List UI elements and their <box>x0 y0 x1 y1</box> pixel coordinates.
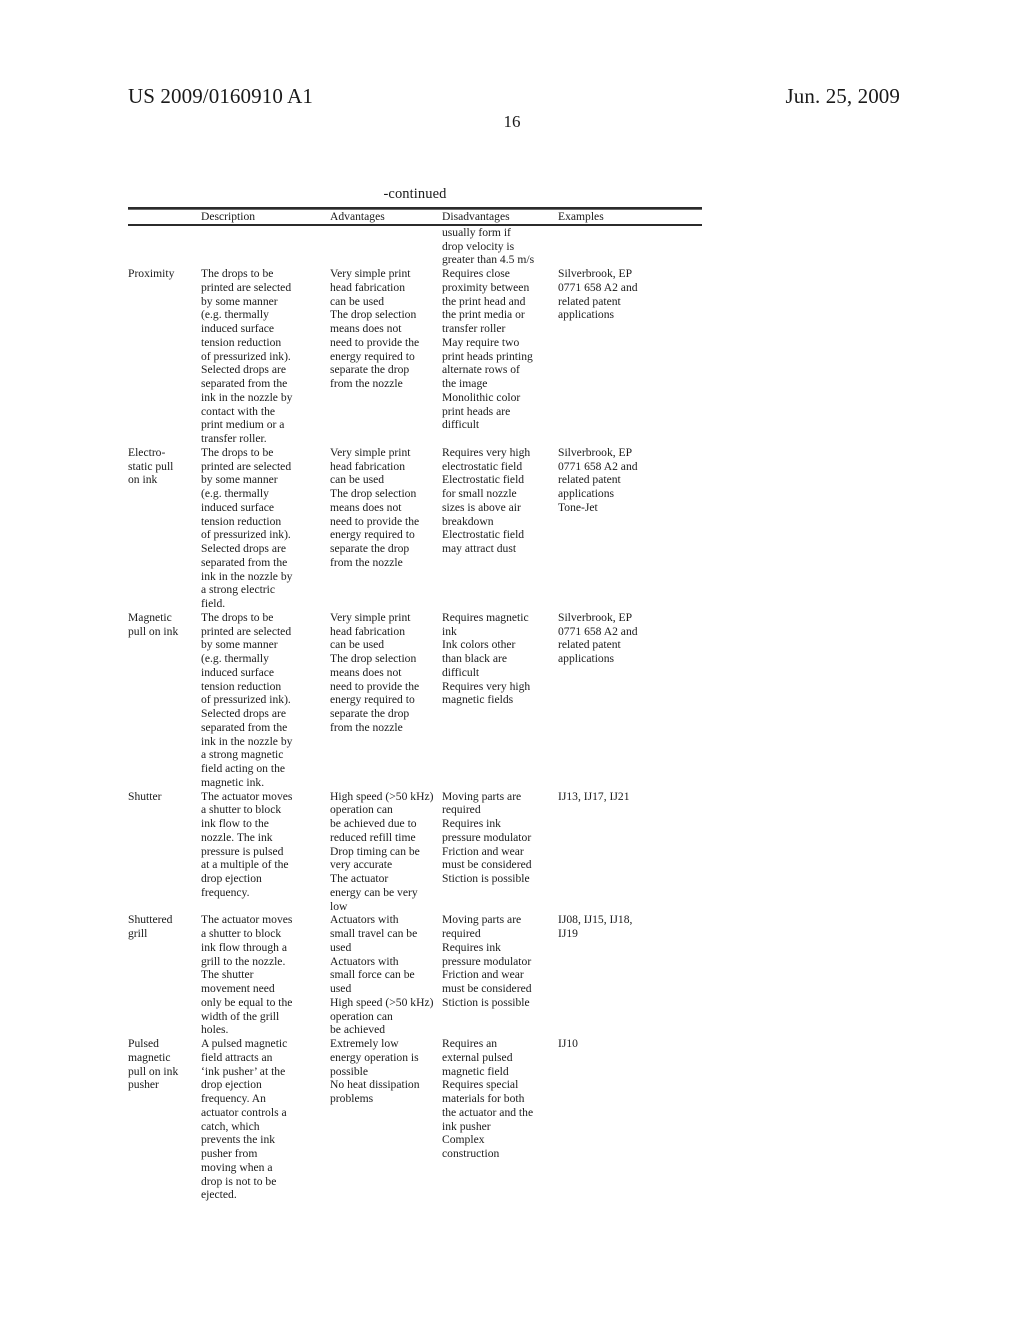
table-row: Proximity The drops to be printed are sele… <box>128 267 702 446</box>
cell-description: The drops to be printed are selected by so… <box>201 445 293 610</box>
column-header-examples: Examples <box>558 210 604 223</box>
column-header-advantages: Advantages <box>330 210 385 223</box>
drop-selection-methods-table-body: usually form if drop velocity is greater t… <box>128 226 702 1202</box>
cell-examples: Silverbrook, EP 0771 658 A2 and related pa… <box>558 445 638 514</box>
column-header-label <box>128 210 201 224</box>
cell-description: A pulsed magnetic field attracts an ‘ink p… <box>201 1037 288 1202</box>
table-header: Description Advantages Disadvantages Exa… <box>128 210 702 224</box>
cell-examples: IJ13, IJ17, IJ21 <box>558 789 630 803</box>
cell-examples: Silverbrook, EP 0771 658 A2 and related pa… <box>558 610 638 665</box>
cell-advantages: Actuators with small travel can be used Act… <box>330 913 434 1037</box>
cell-label: Shuttered grill <box>128 913 173 940</box>
cell-examples: IJ10 <box>558 1037 578 1050</box>
cell-label: Electro-static pull on ink <box>128 445 174 487</box>
cell-advantages: High speed (>50 kHz) operation can be achi… <box>330 789 434 913</box>
cell-examples: Silverbrook, EP 0771 658 A2 and related pa… <box>558 267 638 322</box>
cell-disadvantages: Moving parts are required Requires ink pres… <box>442 789 532 886</box>
table-row: Shuttered grill The actuator moves a shutte… <box>128 913 702 1037</box>
cell-advantages: Extremely low energy operation is possible… <box>330 1037 420 1105</box>
table-row: Magnetic pull on ink The drops to be printe… <box>128 611 702 790</box>
cell-label <box>128 226 201 267</box>
publication-number: US 2009/0160910 A1 <box>128 84 313 108</box>
cell-label: Proximity <box>128 267 175 280</box>
column-header-description: Description <box>201 210 256 223</box>
specification-table-block: -continued Description Advantages Disadv… <box>128 186 702 1202</box>
cell-examples <box>558 226 702 267</box>
cell-label: Magnetic pull on ink <box>128 610 179 638</box>
cell-advantages: Very simple print head fabrication can be … <box>330 610 420 734</box>
cell-description: The drops to be printed are selected by so… <box>201 267 293 445</box>
table-header-row: Description Advantages Disadvantages Exa… <box>128 210 702 224</box>
cell-label: Shutter <box>128 789 162 803</box>
cell-advantages: Very simple print head fabrication can be … <box>330 445 420 569</box>
table-row-continuation: usually form if drop velocity is greater t… <box>128 226 702 267</box>
page-number: 16 <box>503 112 521 131</box>
cell-label: Pulsed magnetic pull on ink pusher <box>128 1037 179 1092</box>
column-header-disadvantages: Disadvantages <box>442 210 510 223</box>
cell-description <box>201 226 330 267</box>
cell-description: The actuator moves a shutter to block ink … <box>201 913 293 1037</box>
cell-disadvantages: Requires an external pulsed magnetic field… <box>442 1037 534 1160</box>
page-running-head: US 2009/0160910 A1 Jun. 25, 2009 <box>128 84 900 114</box>
cell-disadvantages: Requires very high electrostatic field Ele… <box>442 445 531 555</box>
cell-description: The drops to be printed are selected by so… <box>201 610 293 789</box>
table-row: Pulsed magnetic pull on ink pusher A pulsed … <box>128 1037 702 1202</box>
publication-date: Jun. 25, 2009 <box>785 84 900 108</box>
cell-disadvantages: usually form if drop velocity is greater t… <box>442 225 535 267</box>
cell-description: The actuator moves a shutter to block ink … <box>201 789 293 899</box>
table-row: Shutter The actuator moves a shutter to bl… <box>128 790 702 914</box>
drop-selection-methods-table: Description Advantages Disadvantages Exa… <box>128 210 702 224</box>
cell-advantages: Very simple print head fabrication can be … <box>330 267 420 390</box>
table-body: usually form if drop velocity is greater t… <box>128 226 702 1202</box>
table-caption: -continued <box>383 186 447 202</box>
cell-disadvantages: Requires magnetic ink Ink colors other than… <box>442 610 531 707</box>
table-row: Electro-static pull on ink The drops to be… <box>128 446 702 611</box>
cell-disadvantages: Requires close proximity between the print… <box>442 267 533 432</box>
cell-advantages <box>330 226 442 267</box>
cell-examples: IJ08, IJ15, IJ18, IJ19 <box>558 913 633 940</box>
cell-disadvantages: Moving parts are required Requires ink pres… <box>442 913 532 1009</box>
